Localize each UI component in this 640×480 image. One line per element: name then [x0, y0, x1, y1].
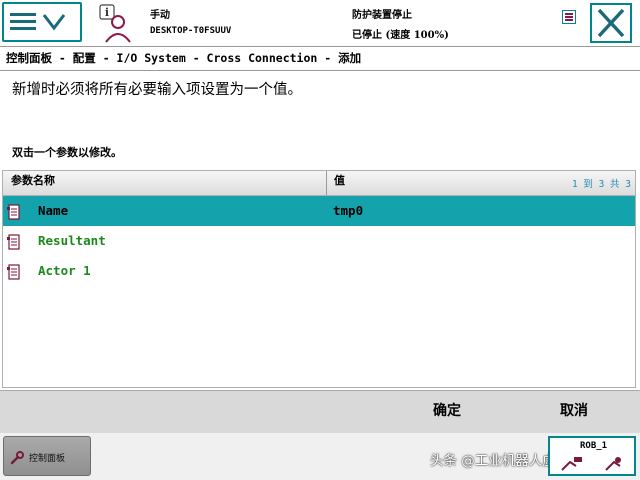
- run-state: 已停止 (速度 100%): [352, 30, 449, 41]
- quickset-robot-button[interactable]: ROB_1: [548, 436, 636, 476]
- parameter-doc-icon: [7, 264, 20, 280]
- task-label: 控制面板: [29, 454, 66, 464]
- parameter-doc-icon: [7, 204, 20, 220]
- info-operator-icon: i: [99, 4, 131, 43]
- cancel-button[interactable]: 取消: [510, 391, 638, 433]
- parameter-value: tmp0: [333, 203, 364, 218]
- parameter-table: 参数名称 值 1 到 3 共 3 Name tmp0 Resultant Act…: [2, 170, 636, 388]
- operating-mode: 手动: [150, 10, 170, 21]
- svg-text:i: i: [105, 6, 109, 19]
- close-icon: [597, 8, 625, 38]
- column-header-value[interactable]: 值: [334, 171, 345, 195]
- robot-label: ROB_1: [580, 441, 608, 451]
- table-row[interactable]: Resultant: [3, 226, 635, 256]
- hint-text: 双击一个参数以修改。: [12, 146, 122, 159]
- control-panel-task-button[interactable]: 控制面板: [3, 436, 91, 476]
- parameter-doc-icon: [7, 234, 20, 250]
- column-header-name[interactable]: 参数名称: [3, 171, 327, 195]
- table-row[interactable]: Actor 1: [3, 256, 635, 286]
- main-menu-button[interactable]: [2, 2, 82, 42]
- parameter-name: Actor 1: [38, 263, 91, 278]
- quickset-icon[interactable]: i: [94, 2, 138, 44]
- breadcrumb: 控制面板 - 配置 - I/O System - Cross Connectio…: [0, 47, 640, 71]
- instruction-text: 新增时必须将所有必要输入项设置为一个值。: [12, 82, 302, 98]
- table-header: 参数名称 值 1 到 3 共 3: [3, 171, 635, 196]
- status-indicator-icon: [562, 9, 576, 24]
- parameter-name: Name: [38, 203, 69, 218]
- ok-button[interactable]: 确定: [384, 391, 510, 433]
- parameter-name: Resultant: [38, 233, 106, 248]
- hamburger-chevron-icon: [10, 13, 66, 31]
- guard-state: 防护装置停止: [352, 10, 412, 21]
- status-bar: i 手动 DESKTOP-T0FSUUV 防护装置停止 已停止 (速度 100%…: [0, 0, 640, 47]
- close-button[interactable]: [590, 3, 632, 43]
- command-bar: 确定 取消: [0, 390, 640, 434]
- wrench-icon: [10, 451, 24, 465]
- table-row[interactable]: Name tmp0: [3, 196, 635, 226]
- controller-name: DESKTOP-T0FSUUV: [150, 26, 232, 36]
- pager-text: 1 到 3 共 3: [571, 179, 631, 190]
- robot-jog-icon: [561, 457, 621, 471]
